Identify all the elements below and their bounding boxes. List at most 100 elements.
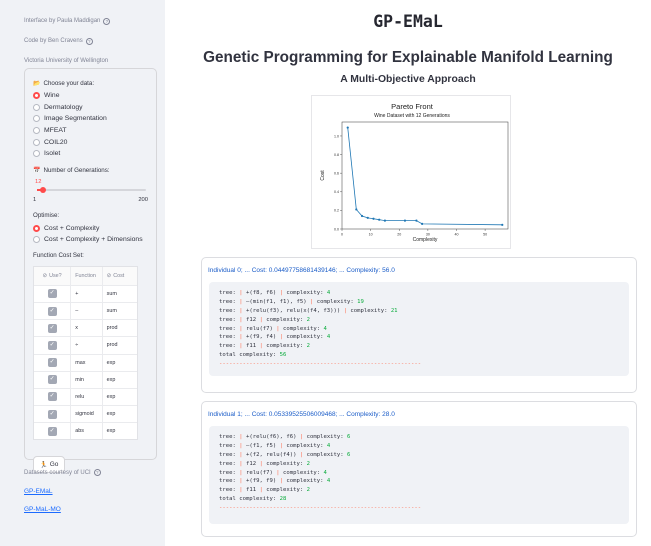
function-cell[interactable]: – [70, 302, 101, 320]
tree-line: tree: | relu(f7) | complexity: 4 [219, 470, 619, 479]
optimise-label: Optimise: [33, 212, 60, 220]
column-header-use[interactable]: ⊘ Use? [34, 267, 70, 285]
check-icon[interactable]: ✓ [47, 375, 57, 385]
code-credit-text: Code by Ben Cravens [24, 38, 83, 44]
complexity-prefix: complexity: [266, 487, 307, 494]
dataset-option[interactable]: Isolet [33, 148, 150, 160]
gp-emal-link[interactable]: GP-EMaL [24, 488, 53, 495]
column-header-function[interactable]: Function [70, 266, 101, 285]
pipe: | [239, 325, 246, 332]
cost-cell[interactable]: sum [101, 285, 137, 302]
tree-prefix: tree: [219, 434, 240, 440]
x-tick-label: 10 [369, 233, 373, 237]
function-cell[interactable]: relu [70, 388, 101, 406]
check-icon[interactable]: ✓ [47, 340, 57, 350]
generations-label: 📅 Number of Generations: [33, 166, 150, 176]
check-icon[interactable]: ✓ [47, 409, 57, 419]
cost-cell[interactable]: prod [101, 320, 137, 337]
optimise-option-label: Cost + Complexity + Dimensions [44, 236, 143, 244]
function-cell[interactable]: x [70, 320, 101, 337]
tree-prefix: tree: [219, 451, 240, 458]
tree-line: tree: | +(f8, f6) | complexity: 4 [219, 290, 619, 299]
dataset-option[interactable]: MFEAT [33, 125, 150, 137]
y-tick-label: 0.4 [334, 190, 339, 194]
cost-cell[interactable]: exp [101, 388, 137, 406]
tree-prefix: tree: [219, 290, 240, 296]
x-tick-label: 40 [454, 233, 458, 237]
dataset-option[interactable]: COIL20 [33, 136, 150, 148]
tree-prefix: tree: [219, 307, 240, 314]
gp-mal-mo-link[interactable]: GP-MaL-MO [24, 506, 61, 513]
table-row: ✓ sigmoid exp [34, 405, 137, 423]
individual-header[interactable]: Individual 0; ... Cost: 0.04497758681439… [202, 258, 636, 278]
individual-header[interactable]: Individual 1; ... Cost: 0.05339525506009… [202, 402, 636, 422]
check-icon[interactable]: ✓ [47, 323, 57, 333]
check-icon[interactable]: ✓ [47, 358, 57, 368]
help-icon[interactable]: ? [85, 37, 93, 45]
function-cell[interactable]: min [70, 371, 101, 388]
complexity-value: 6 [347, 451, 351, 458]
complexity-value: 6 [347, 434, 351, 440]
function-cell[interactable]: ÷ [70, 337, 101, 354]
radio-selected-icon[interactable] [33, 92, 40, 100]
dataset-option[interactable]: Wine [33, 90, 150, 102]
use-cell: ✓ [34, 372, 70, 388]
total-complexity-line: total complexity: 56 [219, 352, 619, 361]
cost-cell[interactable]: exp [101, 406, 137, 423]
y-axis-label: Cost [320, 170, 326, 181]
check-icon[interactable]: ✓ [47, 289, 57, 299]
optimise-option[interactable]: Cost + Complexity [33, 223, 150, 235]
radio-icon[interactable] [33, 115, 40, 123]
total-value: 28 [279, 496, 287, 503]
tree-expression: +(relu(f6), f6) [245, 434, 300, 440]
check-icon[interactable]: ✓ [47, 306, 57, 316]
help-icon[interactable]: ? [103, 17, 111, 25]
tree-prefix: tree: [219, 298, 240, 305]
pipe: | [239, 316, 246, 323]
complexity-value: 4 [323, 469, 327, 476]
complexity-prefix: complexity: [350, 307, 391, 314]
radio-icon[interactable] [33, 150, 40, 158]
slider-min: 1 [33, 196, 37, 203]
dataset-option-label: Isolet [44, 150, 61, 158]
radio-icon[interactable] [33, 127, 40, 135]
dataset-option[interactable]: Image Segmentation [33, 113, 150, 125]
tree-expression: f11 [245, 487, 260, 494]
function-cell[interactable]: abs [70, 423, 101, 440]
radio-icon[interactable] [33, 236, 40, 244]
optimise-option[interactable]: Cost + Complexity + Dimensions [33, 234, 150, 246]
x-tick-label: 20 [397, 233, 401, 237]
function-cell[interactable]: max [70, 354, 101, 371]
cost-cell[interactable]: sum [101, 302, 137, 320]
help-icon[interactable]: ? [93, 469, 101, 476]
generations-slider[interactable] [37, 186, 146, 194]
tree-line: tree: | f11 | complexity: 2 [219, 487, 619, 496]
cost-cell[interactable]: exp [101, 371, 137, 388]
dataset-option[interactable]: Dermatology [33, 102, 150, 114]
function-cell[interactable]: + [70, 285, 101, 302]
column-icon: ⊘ [106, 272, 112, 279]
radio-icon[interactable] [33, 138, 40, 146]
pipe: | [239, 334, 246, 341]
pipe: | [239, 469, 246, 476]
use-cell: ✓ [34, 406, 70, 422]
check-icon[interactable]: ✓ [47, 392, 57, 402]
cost-cell[interactable]: exp [101, 423, 137, 440]
complexity-prefix: complexity: [283, 325, 324, 332]
column-header-cost[interactable]: ⊘ Cost [101, 266, 137, 285]
dataset-option-label: Dermatology [44, 103, 83, 111]
complexity-value: 4 [323, 325, 327, 332]
radio-selected-icon[interactable] [33, 224, 40, 232]
function-cost-label: Function Cost Set: [33, 252, 84, 260]
cost-cell[interactable]: prod [101, 337, 137, 354]
slider-thumb[interactable] [39, 186, 47, 194]
pipe: | [239, 460, 246, 467]
tree-prefix: tree: [219, 469, 240, 476]
pipe: | [239, 451, 246, 458]
radio-icon[interactable] [33, 103, 40, 111]
check-icon[interactable]: ✓ [47, 426, 57, 436]
tree-expression: –(min(f1, f1), f5) [245, 298, 310, 305]
column-icon: ⊘ [42, 272, 48, 279]
function-cell[interactable]: sigmoid [70, 406, 101, 423]
cost-cell[interactable]: exp [101, 354, 137, 371]
